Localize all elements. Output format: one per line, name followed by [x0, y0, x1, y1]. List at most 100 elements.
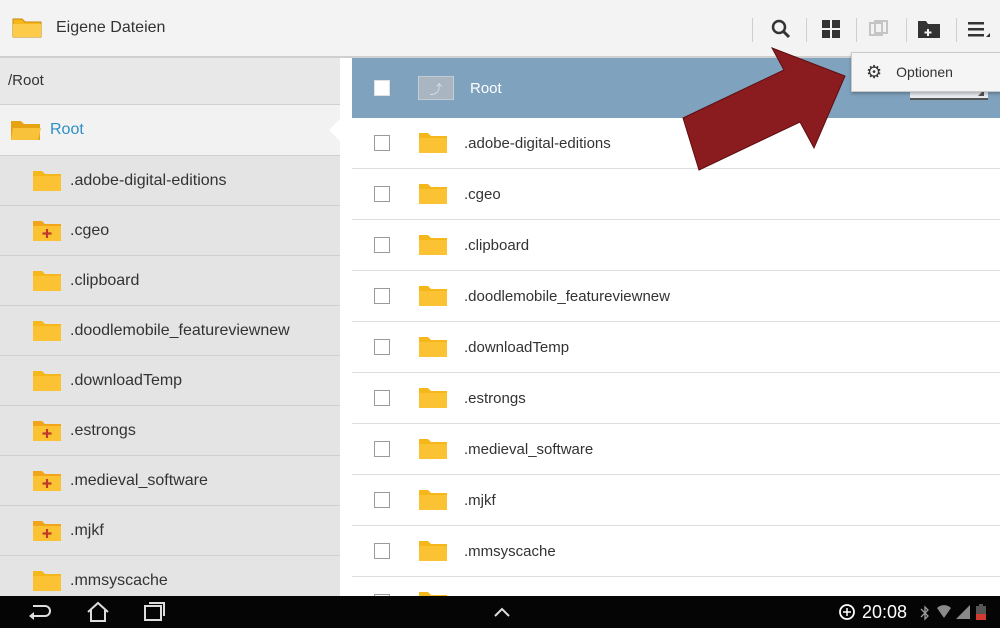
tree-item-label: .estrongs [70, 421, 136, 439]
tree-item[interactable]: .clipboard [0, 256, 340, 306]
tree-item[interactable]: .adobe-digital-editions [0, 156, 340, 206]
folder-plus-icon [33, 220, 61, 241]
folder-icon [33, 270, 61, 291]
folder-plus-icon [33, 520, 61, 541]
file-row[interactable]: .adobe-digital-editions [352, 118, 1000, 169]
toolbar-divider [956, 18, 957, 42]
file-name: .doodlemobile_featureviewnew [464, 287, 670, 305]
file-name: .mmsyscache [464, 542, 556, 560]
folder-icon [33, 320, 61, 341]
folder-app-icon [12, 18, 42, 38]
options-label: Optionen [896, 64, 953, 80]
bluetooth-icon [920, 605, 929, 621]
row-checkbox[interactable] [374, 288, 390, 304]
toolbar-divider [752, 18, 753, 42]
tree-item[interactable]: .estrongs [0, 406, 340, 456]
folder-icon [419, 490, 447, 510]
battery-icon [976, 604, 986, 620]
file-row[interactable]: .downloadTemp [352, 322, 1000, 373]
row-checkbox[interactable] [374, 339, 390, 355]
new-folder-button[interactable] [910, 12, 948, 46]
folder-icon [419, 286, 447, 306]
folder-icon [419, 439, 447, 459]
tree-item[interactable]: .doodlemobile_featureviewnew [0, 306, 340, 356]
tree-item-root[interactable]: Root [0, 105, 340, 156]
row-checkbox[interactable] [374, 441, 390, 457]
options-menu-item[interactable]: ⚙ Optionen [851, 52, 1000, 92]
tree-item-label: .clipboard [70, 271, 140, 289]
folder-plus-icon [33, 420, 61, 441]
file-row[interactable]: .estrongs [352, 373, 1000, 424]
file-name: .clipboard [464, 236, 530, 254]
back-icon [29, 605, 51, 620]
tree-item[interactable]: .mmsyscache [0, 556, 340, 596]
folder-plus-icon [33, 470, 61, 491]
row-checkbox[interactable] [374, 543, 390, 559]
folder-icon [33, 570, 61, 591]
select-all-checkbox[interactable] [374, 80, 390, 96]
new-folder-icon [918, 21, 940, 38]
file-row[interactable]: .doodlemobile_featureviewnew [352, 271, 1000, 322]
file-row[interactable]: .clipboard [352, 220, 1000, 271]
row-checkbox[interactable] [374, 492, 390, 508]
path-breadcrumb[interactable]: /Root [0, 58, 340, 105]
tree-item-label: .adobe-digital-editions [70, 171, 227, 189]
search-button[interactable] [762, 12, 800, 46]
file-row[interactable]: .medieval_software [352, 424, 1000, 475]
multi-select-icon [869, 20, 888, 36]
folder-icon [419, 235, 447, 255]
row-checkbox[interactable] [374, 390, 390, 406]
tree-item-label: .medieval_software [70, 471, 208, 489]
action-bar: Eigene Dateien [0, 0, 1000, 58]
tree-item-label: .mmsyscache [70, 571, 168, 589]
wifi-icon [937, 605, 951, 618]
gear-icon: ⚙ [866, 61, 883, 82]
overflow-menu-button[interactable] [960, 12, 998, 46]
file-row[interactable]: .mmsyscache [352, 526, 1000, 577]
toolbar-divider [906, 18, 907, 42]
toolbar-divider [806, 18, 807, 42]
multi-select-button[interactable] [860, 12, 898, 46]
tree-item[interactable]: .cgeo [0, 206, 340, 256]
file-row[interactable]: .photoeditor [352, 577, 1000, 596]
file-name: .adobe-digital-editions [464, 134, 611, 152]
file-row[interactable]: .cgeo [352, 169, 1000, 220]
overflow-menu-icon [968, 22, 990, 37]
row-checkbox[interactable] [374, 237, 390, 253]
file-row[interactable]: .mjkf [352, 475, 1000, 526]
sync-icon [839, 604, 855, 620]
tree-item-label: .doodlemobile_featureviewnew [70, 321, 290, 339]
home-button[interactable] [78, 598, 118, 626]
system-navigation-bar: 20:08 [0, 596, 1000, 628]
back-button[interactable] [20, 598, 60, 626]
folder-icon [419, 337, 447, 357]
tree-item-label: Root [50, 121, 84, 138]
up-arrow-icon: ⤴ [429, 81, 443, 97]
tree-item-label: .cgeo [70, 221, 110, 239]
app-tray-button[interactable] [482, 598, 522, 626]
tree-item[interactable]: .mjkf [0, 506, 340, 556]
file-name: .cgeo [464, 185, 501, 203]
tree-item[interactable]: .downloadTemp [0, 356, 340, 406]
folder-tree: /Root Root .adobe-digital-editions .cgeo.… [0, 58, 340, 596]
folder-icon [33, 370, 61, 391]
folder-icon [419, 388, 447, 408]
home-icon [87, 601, 109, 622]
parent-folder-button[interactable]: ⤴ [418, 76, 454, 100]
folder-icon [419, 184, 447, 204]
folder-icon [419, 541, 447, 561]
current-folder-label: Root [470, 79, 502, 97]
toolbar-divider [856, 18, 857, 42]
open-folder-icon [11, 121, 41, 140]
recent-apps-button[interactable] [134, 598, 174, 626]
search-icon [771, 19, 791, 39]
tree-item[interactable]: .medieval_software [0, 456, 340, 506]
row-checkbox[interactable] [374, 186, 390, 202]
grid-view-icon [822, 20, 840, 38]
row-checkbox[interactable] [374, 135, 390, 151]
file-name: .mjkf [464, 491, 496, 509]
folder-icon [33, 170, 61, 191]
chevron-up-icon [494, 607, 510, 617]
grid-view-button[interactable] [812, 12, 850, 46]
file-name: .estrongs [464, 389, 526, 407]
